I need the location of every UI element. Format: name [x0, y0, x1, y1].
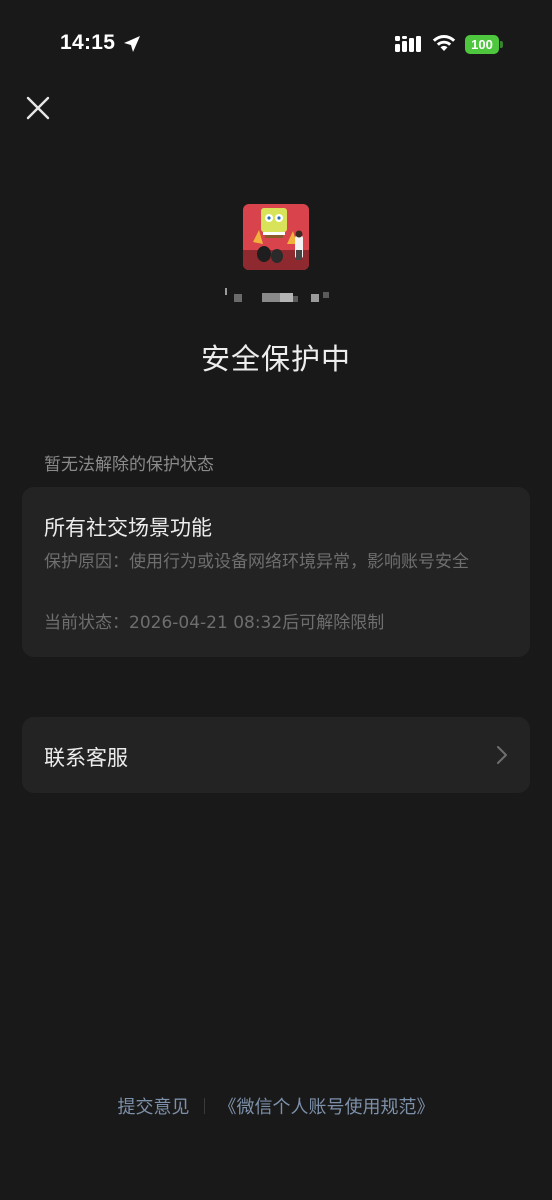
protection-reason: 保护原因：使用行为或设备网络环境异常，影响账号安全 [44, 552, 469, 572]
battery-level: 100 [465, 35, 499, 54]
status-card-title: 所有社交场景功能 [44, 516, 212, 540]
battery-indicator: 100 [465, 35, 503, 54]
status-time: 14:15 [60, 31, 116, 54]
contact-service-button[interactable]: 联系客服 [22, 717, 530, 793]
close-icon[interactable] [24, 94, 52, 122]
page-title: 安全保护中 [200, 342, 351, 376]
masked-nickname [225, 288, 329, 302]
policy-link[interactable]: 《微信个人账号使用规范》 [219, 1093, 435, 1119]
footer: 提交意见 《微信个人账号使用规范》 [0, 1093, 552, 1119]
signal-icon [395, 36, 421, 52]
home-indicator [186, 1186, 366, 1191]
avatar [243, 204, 309, 270]
protection-status-card: 所有社交场景功能 保护原因：使用行为或设备网络环境异常，影响账号安全 当前状态：… [22, 487, 530, 657]
battery-cap [500, 41, 503, 48]
chevron-right-icon [497, 746, 507, 764]
current-state: 当前状态：2026-04-21 08:32后可解除限制 [44, 613, 385, 633]
section-label: 暂无法解除的保护状态 [44, 455, 214, 475]
contact-service-label: 联系客服 [44, 746, 128, 770]
location-arrow-icon [124, 36, 140, 52]
footer-divider [203, 1098, 205, 1114]
wifi-icon [432, 35, 456, 51]
feedback-link[interactable]: 提交意见 [118, 1093, 190, 1119]
